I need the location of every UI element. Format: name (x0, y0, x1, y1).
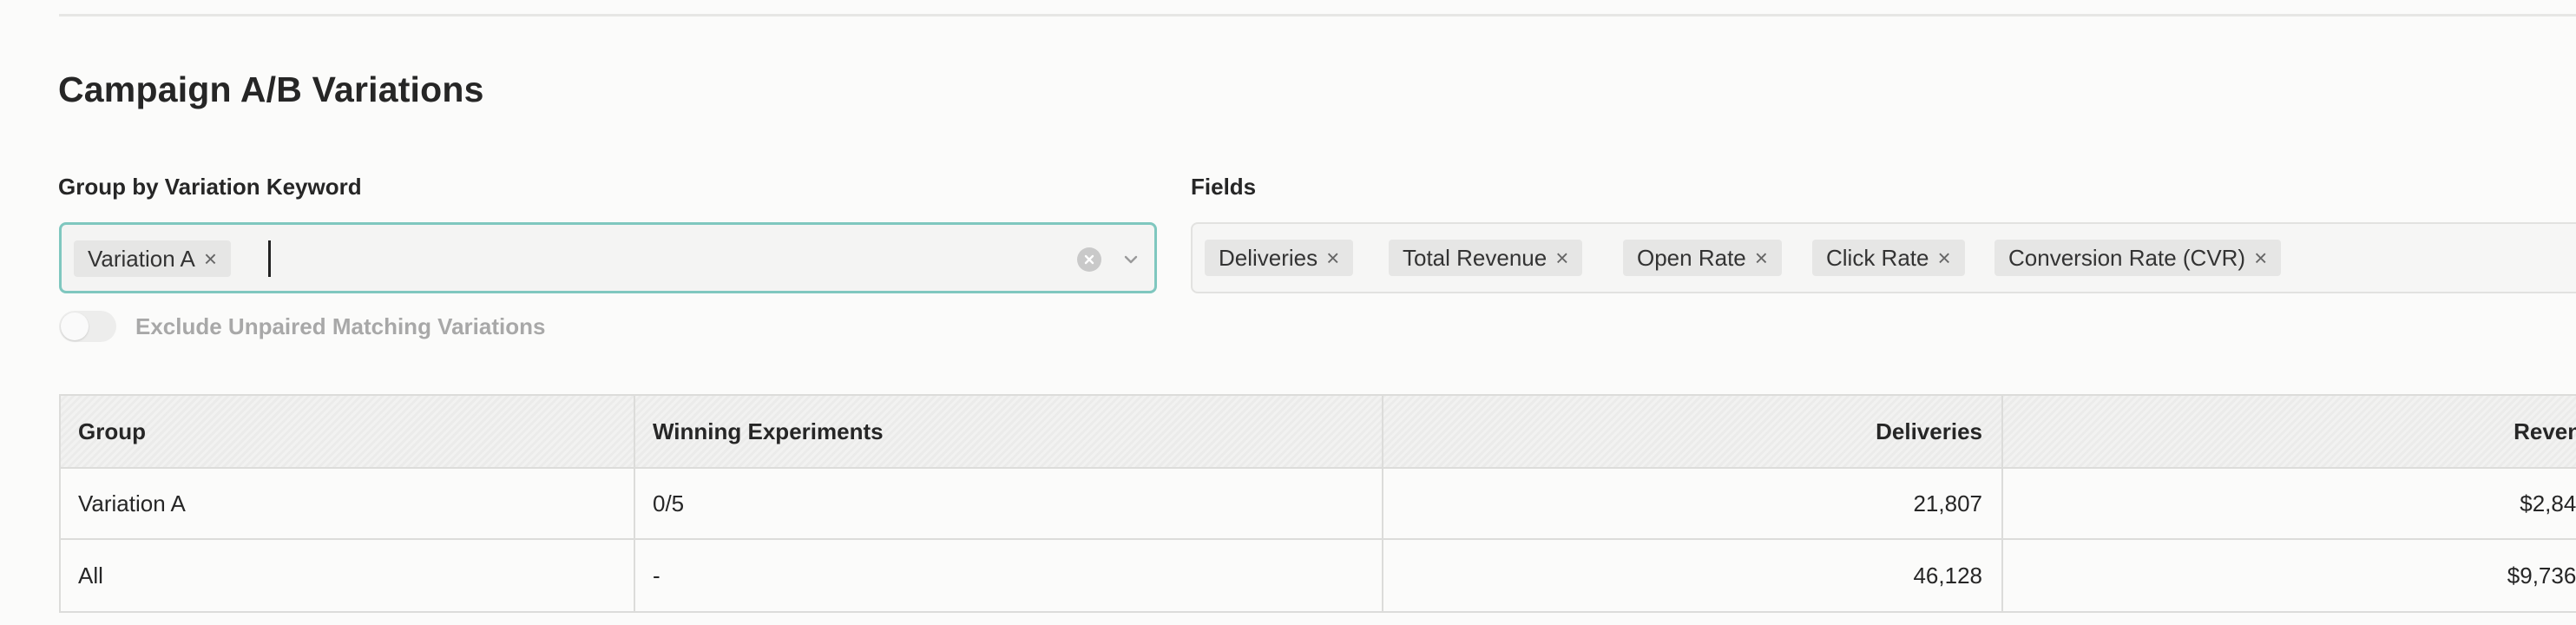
top-divider (59, 14, 2576, 16)
chip-label: Open Rate (1637, 244, 1746, 271)
chip-label: Variation A (88, 245, 195, 272)
group-by-label: Group by Variation Keyword (58, 174, 362, 200)
clear-circle-icon[interactable] (1077, 247, 1101, 272)
remove-chip-icon[interactable]: × (1555, 247, 1568, 269)
chip-label: Conversion Rate (CVR) (2008, 244, 2246, 271)
table-cell: $2,848. (2520, 490, 2576, 516)
chip-variation-a: Variation A × (74, 240, 232, 277)
fields-label: Fields (1191, 174, 1257, 200)
group-by-select[interactable]: Variation A × (59, 222, 1157, 293)
exclude-unpaired-toggle-row: Exclude Unpaired Matching Variations (59, 309, 545, 344)
column-header-winning-experiments[interactable]: Winning Experiments (635, 396, 1383, 467)
remove-chip-icon[interactable]: × (204, 247, 217, 270)
exclude-unpaired-toggle[interactable] (59, 311, 116, 342)
table-cell: All (61, 540, 635, 611)
chip-label: Total Revenue (1403, 244, 1548, 271)
column-header-revenue[interactable]: Revenu (2003, 396, 2576, 467)
column-header-group[interactable]: Group (61, 396, 635, 467)
remove-chip-icon[interactable]: × (1937, 247, 1950, 269)
fields-select[interactable]: Deliveries × Total Revenue × Open Rate ×… (1191, 222, 2576, 293)
chip-open-rate: Open Rate × (1623, 240, 1782, 276)
chip-label: Deliveries (1219, 244, 1318, 271)
text-cursor[interactable] (268, 240, 271, 277)
exclude-unpaired-label: Exclude Unpaired Matching Variations (135, 312, 546, 339)
table-row: All - 46,128 $9,736.8 (61, 540, 2576, 611)
chip-conversion-rate: Conversion Rate (CVR) × (1994, 240, 2282, 276)
chip-label: Click Rate (1826, 244, 1929, 271)
remove-chip-icon[interactable]: × (1326, 247, 1339, 269)
table-cell: Variation A (61, 469, 635, 538)
table-row: Variation A 0/5 21,807 $2,848. (61, 469, 2576, 540)
chip-deliveries: Deliveries × (1205, 240, 1354, 276)
table-cell: 46,128 (1383, 540, 2003, 611)
table-cell: 21,807 (1383, 469, 2003, 538)
table-cell: $9,736.8 (2507, 562, 2576, 589)
table-cell: 0/5 (635, 469, 1383, 538)
chip-click-rate: Click Rate × (1812, 240, 1965, 276)
page: Campaign A/B Variations Group by Variati… (0, 0, 2576, 625)
column-header-deliveries[interactable]: Deliveries (1383, 396, 2003, 467)
remove-chip-icon[interactable]: × (1755, 247, 1768, 269)
chevron-down-icon[interactable] (1120, 249, 1141, 270)
variations-table: Group Winning Experiments Deliveries Rev… (59, 394, 2576, 613)
chip-total-revenue: Total Revenue × (1389, 240, 1583, 276)
table-cell: - (635, 540, 1383, 611)
toggle-knob (61, 312, 89, 340)
section-title: Campaign A/B Variations (58, 69, 484, 109)
table-header-row: Group Winning Experiments Deliveries Rev… (61, 396, 2576, 469)
remove-chip-icon[interactable]: × (2254, 247, 2267, 269)
